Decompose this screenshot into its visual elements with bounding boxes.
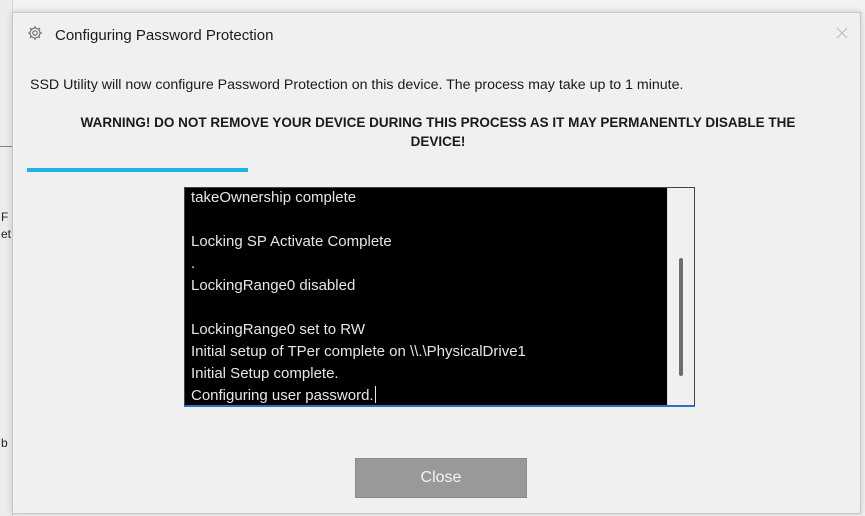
scrollbar-thumb[interactable] <box>679 258 683 376</box>
text-cursor <box>374 386 376 403</box>
log-console[interactable]: takeOwnership complete Locking SP Activat… <box>184 187 695 407</box>
log-line: Initial Setup complete. <box>191 365 339 382</box>
log-line: Initial setup of TPer complete on \\.\Ph… <box>191 343 526 360</box>
dialog-title: Configuring Password Protection <box>55 27 274 44</box>
log-line: LockingRange0 disabled <box>191 277 356 294</box>
close-button[interactable]: Close <box>355 458 527 498</box>
title-bar: Configuring Password Protection <box>13 13 860 59</box>
console-scrollbar[interactable] <box>667 188 694 405</box>
background-text-fragment: et <box>1 227 12 241</box>
log-lines: takeOwnership complete Locking SP Activat… <box>191 188 667 405</box>
log-line: LockingRange0 set to RW <box>191 321 365 338</box>
background-text-fragment: F <box>1 210 9 224</box>
progress-bar <box>27 168 847 172</box>
configuring-password-dialog: Configuring Password Protection SSD Util… <box>12 12 861 514</box>
background-divider <box>0 146 12 147</box>
background-text-fragment: b <box>1 436 8 450</box>
warning-message: WARNING! DO NOT REMOVE YOUR DEVICE DURIN… <box>80 115 796 149</box>
gear-icon <box>27 25 43 41</box>
progress-bar-fill <box>27 168 249 172</box>
close-icon[interactable] <box>834 25 850 41</box>
log-line: . <box>191 255 196 272</box>
info-message: SSD Utility will now configure Password … <box>30 77 684 93</box>
log-line: Locking SP Activate Complete <box>191 233 392 250</box>
log-line: takeOwnership complete <box>191 189 357 206</box>
log-line: Configuring user password. <box>191 386 376 404</box>
